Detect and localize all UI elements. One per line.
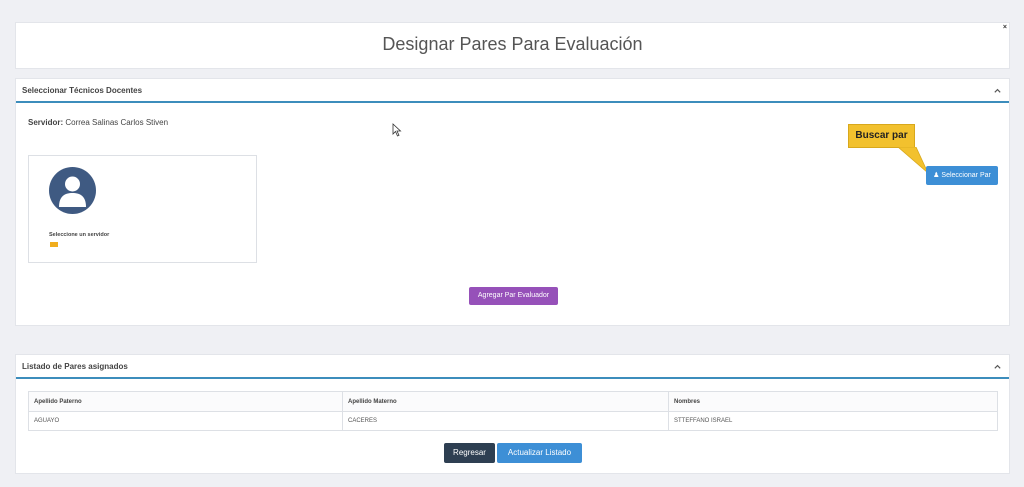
tech-section-title: Seleccionar Técnicos Docentes [22,86,143,95]
chevron-up-icon[interactable] [993,86,1002,95]
table-header-row: Apellido Paterno Apellido Materno Nombre… [28,391,998,412]
select-pair-button[interactable]: ♟ Seleccionar Par [926,166,998,185]
tech-section: Seleccionar Técnicos Docentes Servidor: … [15,78,1010,326]
servidor-value: Correa Salinas Carlos Stiven [65,118,169,127]
column-header: Apellido Materno [342,391,669,412]
column-header: Nombres [668,391,998,412]
list-section: Listado de Pares asignados Apellido Pate… [15,354,1010,474]
select-server-text: Seleccione un servidor [49,232,110,238]
column-header: Apellido Paterno [28,391,343,412]
table-row: AGUAYO CACERES STTEFFANO ISRAEL [28,411,998,431]
table-cell: CACERES [342,411,669,431]
tooltip-pointer [897,147,929,174]
mouse-cursor-icon [392,123,402,137]
pairs-table: Apellido Paterno Apellido Materno Nombre… [28,391,998,431]
avatar [49,167,96,214]
back-button[interactable]: Regresar [444,443,495,463]
refresh-list-button[interactable]: Actualizar Listado [497,443,582,463]
list-section-title: Listado de Pares asignados [22,362,128,371]
search-pair-tooltip: Buscar par [848,124,915,148]
servidor-label: Servidor: [28,118,64,127]
envelope-icon [50,242,58,247]
table-cell: STTEFFANO ISRAEL [668,411,998,431]
close-icon[interactable]: × [1003,24,1007,31]
chevron-up-icon[interactable] [993,362,1002,371]
tech-section-header[interactable]: Seleccionar Técnicos Docentes [16,79,1009,103]
user-icon [59,176,86,207]
server-card: Seleccione un servidor [28,155,257,263]
select-pair-label: Seleccionar Par [941,172,991,179]
list-section-header[interactable]: Listado de Pares asignados [16,355,1009,379]
add-evaluator-button[interactable]: Agregar Par Evaluador [469,287,558,305]
servidor-line: Servidor: Correa Salinas Carlos Stiven [28,118,168,127]
title-panel: Designar Pares Para Evaluación × [15,22,1010,69]
page-title: Designar Pares Para Evaluación [382,34,643,54]
table-cell: AGUAYO [28,411,343,431]
user-icon: ♟ [933,172,940,179]
